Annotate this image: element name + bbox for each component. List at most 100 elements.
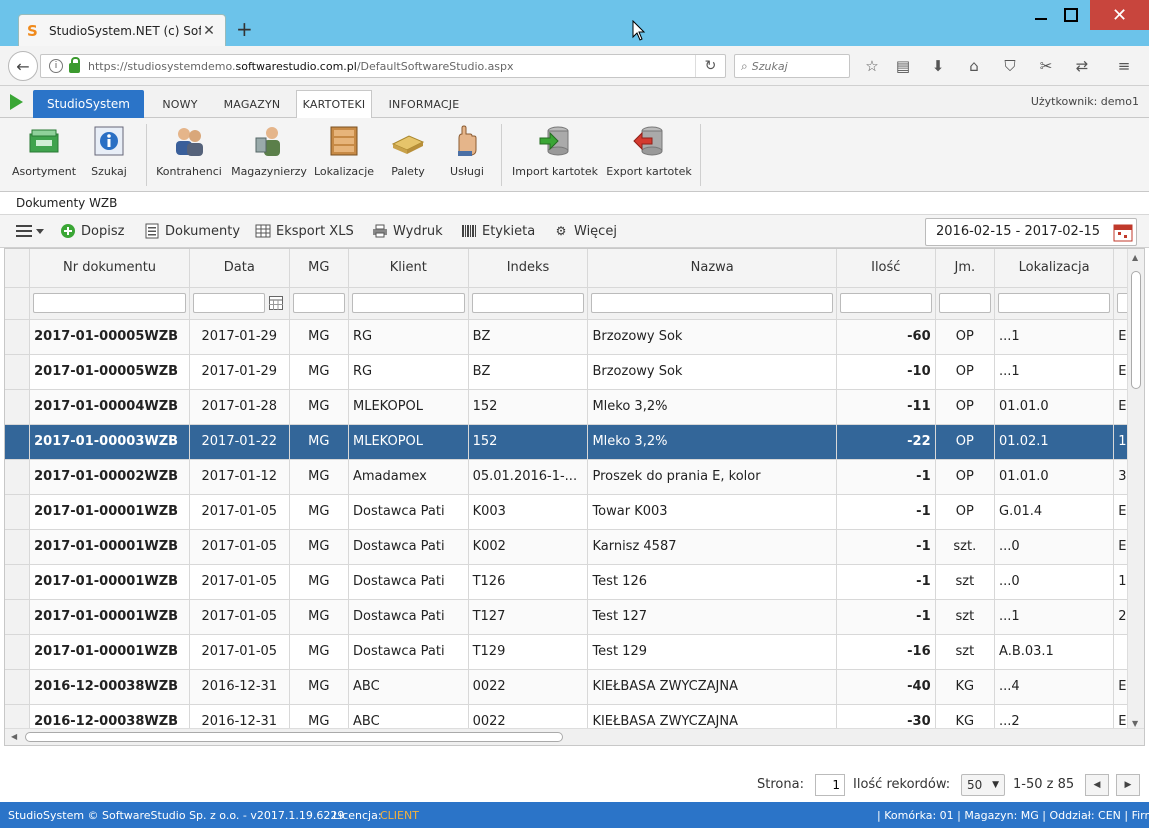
filter-nr-input[interactable] bbox=[33, 293, 186, 313]
tab-close-icon[interactable]: ✕ bbox=[201, 23, 217, 39]
vertical-scrollbar[interactable]: ▲ ▼ bbox=[1127, 249, 1144, 745]
prev-page-button[interactable]: ◀ bbox=[1085, 774, 1109, 796]
hamburger-menu-icon[interactable]: ≡ bbox=[1114, 56, 1134, 76]
lokalizacje-button[interactable]: Lokalizacje bbox=[312, 124, 376, 186]
column-header-ilosc[interactable]: Ilość bbox=[836, 249, 936, 288]
next-page-button[interactable]: ▶ bbox=[1116, 774, 1140, 796]
row-header[interactable] bbox=[5, 319, 31, 355]
filter-jm-input[interactable] bbox=[938, 293, 992, 313]
info-icon[interactable]: i bbox=[49, 59, 63, 73]
column-header-lokalizacja[interactable]: Lokalizacja bbox=[994, 249, 1115, 288]
szukaj-button[interactable]: Szukaj bbox=[84, 124, 134, 186]
back-icon[interactable]: ← bbox=[8, 51, 38, 81]
cell-ilosc: -10 bbox=[836, 354, 936, 390]
column-header-mg[interactable]: MG bbox=[289, 249, 350, 288]
date-range-picker[interactable]: 2016-02-15 - 2017-02-15 bbox=[925, 218, 1137, 246]
horizontal-scroll-thumb[interactable] bbox=[25, 732, 563, 742]
filter-klient-input[interactable] bbox=[352, 293, 465, 313]
scissors-icon[interactable]: ✂ bbox=[1036, 56, 1056, 76]
browser-tab[interactable]: S StudioSystem.NET (c) Soft... ✕ bbox=[18, 14, 226, 46]
table-row[interactable]: 2017-01-00005WZB 2017-01-29 MG RG BZ Brzozowy… bbox=[5, 319, 1144, 355]
calendar-icon[interactable] bbox=[1113, 222, 1133, 242]
uslugi-button[interactable]: Usługi bbox=[444, 124, 490, 186]
table-row[interactable]: 2017-01-00001WZB 2017-01-05 MG Dostawca Pat… bbox=[5, 529, 1144, 565]
brand-tab[interactable]: StudioSystem bbox=[33, 90, 144, 118]
cell-nazwa: Mleko 3,2% bbox=[587, 424, 837, 460]
row-header[interactable] bbox=[5, 529, 31, 565]
filter-ilosc-input[interactable] bbox=[839, 293, 932, 313]
home-icon[interactable]: ⌂ bbox=[964, 56, 984, 76]
table-row[interactable]: 2017-01-00003WZB 2017-01-22 MG MLEKOPOL 152 M… bbox=[5, 424, 1144, 460]
filter-data-input[interactable] bbox=[192, 293, 265, 313]
dokumenty-button[interactable]: Dokumenty bbox=[144, 223, 240, 239]
window-maximize-icon[interactable] bbox=[1048, 0, 1094, 30]
cell-ilosc: -1 bbox=[836, 494, 936, 530]
calendar-grid-icon[interactable] bbox=[268, 295, 283, 310]
row-header[interactable] bbox=[5, 669, 31, 705]
column-header-nr[interactable]: Nr dokumentu bbox=[29, 249, 190, 288]
row-header[interactable] bbox=[5, 494, 31, 530]
row-header[interactable] bbox=[5, 599, 31, 635]
table-row[interactable]: 2017-01-00001WZB 2017-01-05 MG Dostawca Pat… bbox=[5, 599, 1144, 635]
column-header-nazwa[interactable]: Nazwa bbox=[587, 249, 837, 288]
window-close-icon[interactable]: ✕ bbox=[1090, 0, 1149, 30]
etykieta-button[interactable]: Etykieta bbox=[461, 223, 535, 239]
table-row[interactable]: 2016-12-00038WZB 2016-12-31 MG ABC 0022 KIEŁB… bbox=[5, 669, 1144, 705]
horizontal-scrollbar[interactable]: ◀ bbox=[5, 728, 1144, 745]
table-row[interactable]: 2017-01-00002WZB 2017-01-12 MG Amadamex 05.0… bbox=[5, 459, 1144, 495]
table-row[interactable]: 2017-01-00005WZB 2017-01-29 MG RG BZ Brzozowy… bbox=[5, 354, 1144, 390]
column-header-indeks[interactable]: Indeks bbox=[468, 249, 589, 288]
palety-button[interactable]: Palety bbox=[384, 124, 432, 186]
scroll-down-icon[interactable]: ▼ bbox=[1132, 719, 1138, 728]
dopisz-button[interactable]: Dopisz bbox=[60, 223, 124, 239]
tab-magazyn[interactable]: MAGAZYN bbox=[216, 90, 288, 118]
import-kartotek-button[interactable]: Import kartotek bbox=[510, 124, 600, 186]
url-text[interactable]: https://studiosystemdemo.softwarestudio.… bbox=[88, 60, 695, 73]
page-number-input[interactable] bbox=[815, 774, 845, 796]
table-row[interactable]: 2017-01-00001WZB 2017-01-05 MG Dostawca Pat… bbox=[5, 494, 1144, 530]
row-header[interactable] bbox=[5, 459, 31, 495]
reload-icon[interactable]: ↻ bbox=[695, 55, 725, 77]
cell-data: 2017-01-05 bbox=[189, 634, 290, 670]
scroll-left-icon[interactable]: ◀ bbox=[11, 732, 17, 741]
scroll-up-icon[interactable]: ▲ bbox=[1132, 253, 1138, 262]
tab-kartoteki[interactable]: KARTOTEKI bbox=[296, 90, 372, 119]
row-header[interactable] bbox=[5, 354, 31, 390]
magazynierzy-button[interactable]: Magazynierzy bbox=[230, 124, 308, 186]
pocket-icon[interactable]: ⛉ bbox=[1000, 56, 1020, 76]
export-kartotek-button[interactable]: Export kartotek bbox=[604, 124, 694, 186]
column-header-data[interactable]: Data bbox=[189, 249, 290, 288]
bookmark-star-icon[interactable]: ☆ bbox=[862, 56, 882, 76]
table-row[interactable]: 2017-01-00001WZB 2017-01-05 MG Dostawca Pat… bbox=[5, 634, 1144, 670]
reading-list-icon[interactable]: ▤ bbox=[893, 56, 913, 76]
play-icon[interactable] bbox=[10, 94, 23, 110]
new-tab-icon[interactable]: + bbox=[236, 18, 253, 40]
vertical-scroll-thumb[interactable] bbox=[1131, 271, 1141, 389]
asortyment-button[interactable]: Asortyment bbox=[12, 124, 76, 186]
filter-nazwa-input[interactable] bbox=[591, 293, 833, 313]
tab-nowy[interactable]: NOWY bbox=[152, 90, 208, 118]
search-input[interactable] bbox=[751, 59, 832, 73]
column-header-klient[interactable]: Klient bbox=[348, 249, 469, 288]
filter-indeks-input[interactable] bbox=[471, 293, 585, 313]
wydruk-button[interactable]: Wydruk bbox=[372, 223, 443, 239]
eksport-xls-button[interactable]: Eksport XLS bbox=[255, 223, 354, 239]
row-header[interactable] bbox=[5, 634, 31, 670]
url-bar[interactable]: i https://studiosystemdemo.softwarestudi… bbox=[40, 54, 726, 78]
page-size-select[interactable]: 50 ▼ bbox=[961, 774, 1005, 796]
tab-informacje[interactable]: INFORMACJE bbox=[380, 90, 468, 118]
sync-arrows-icon[interactable]: ⇄ bbox=[1072, 56, 1092, 76]
filter-mg-input[interactable] bbox=[292, 293, 345, 313]
grid-menu-button[interactable] bbox=[14, 224, 44, 238]
column-header-jm[interactable]: Jm. bbox=[935, 249, 996, 288]
kontrahenci-button[interactable]: Kontrahenci bbox=[154, 124, 224, 186]
table-row[interactable]: 2017-01-00004WZB 2017-01-28 MG MLEKOPOL 152 M… bbox=[5, 389, 1144, 425]
table-row[interactable]: 2017-01-00001WZB 2017-01-05 MG Dostawca Pat… bbox=[5, 564, 1144, 600]
row-header[interactable] bbox=[5, 564, 31, 600]
row-header[interactable] bbox=[5, 389, 31, 425]
download-icon[interactable]: ⬇ bbox=[928, 56, 948, 76]
wiecej-button[interactable]: ⚙ Więcej bbox=[553, 223, 617, 239]
browser-search[interactable]: ⌕ bbox=[734, 54, 850, 78]
filter-lokalizacja-input[interactable] bbox=[998, 293, 1111, 313]
row-header[interactable] bbox=[5, 424, 31, 460]
